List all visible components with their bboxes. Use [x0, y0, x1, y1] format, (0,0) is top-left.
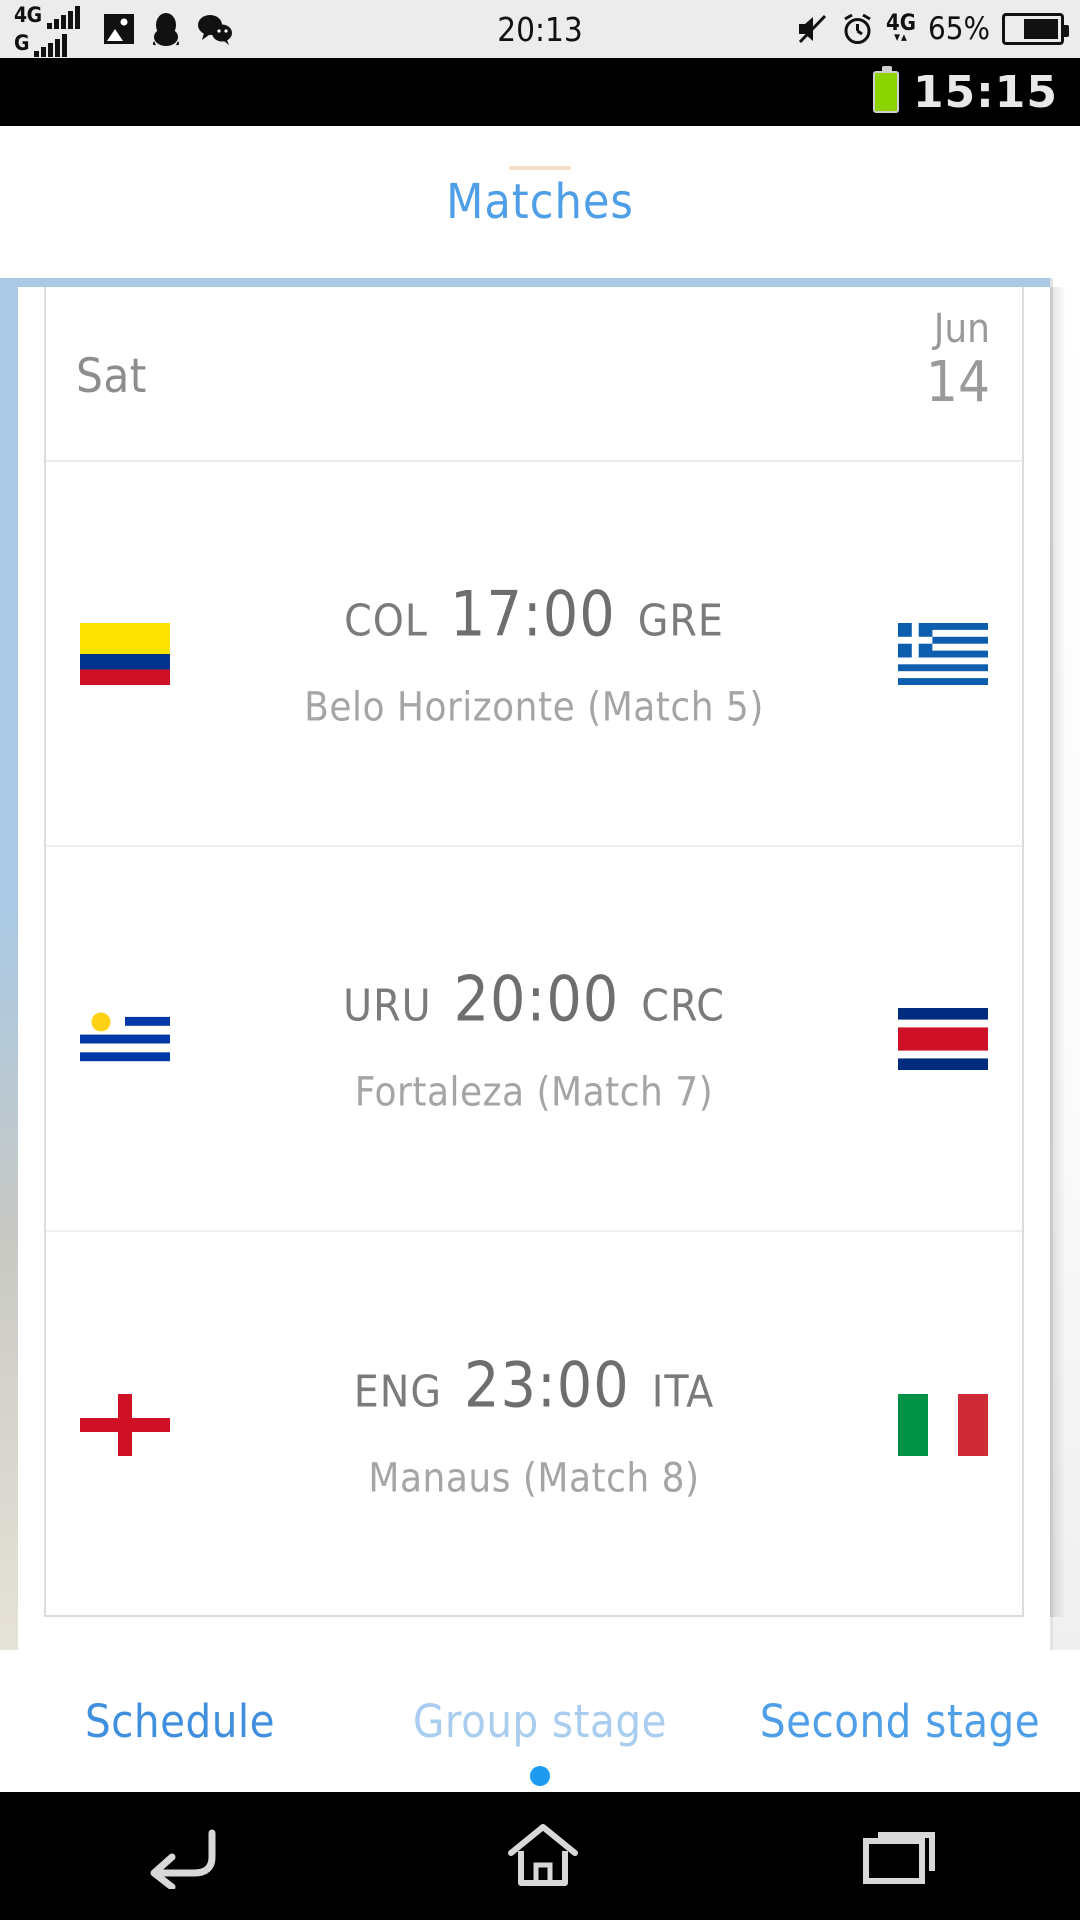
host-status-bar: 4G G 20:13 4G ▾▴ 65%: [0, 0, 1080, 58]
match-venue: Manaus (Match 8): [368, 1455, 700, 1501]
away-team-code: ITA: [651, 1366, 715, 1417]
android-nav-bar: [0, 1792, 1080, 1920]
home-team-code: URU: [343, 980, 432, 1031]
host-status-right: 4G ▾▴ 65%: [795, 0, 1069, 58]
england-flag: [80, 1393, 170, 1456]
device-clock: 15:15: [912, 66, 1058, 118]
tab-second-stage[interactable]: Second stage: [720, 1695, 1080, 1748]
battery-percent-label: 65%: [928, 11, 990, 47]
device-status-right: 15:15: [872, 58, 1058, 126]
match-center: COL 17:00 GRE Belo Horizonte (Match 5): [276, 577, 792, 730]
bottom-tab-bar: Schedule Group stage Second stage: [0, 1650, 1080, 1792]
greece-flag: [898, 622, 988, 685]
costa-rica-flag: [898, 1007, 988, 1070]
app-screen: Matches Sat Jun 14 COL 17:00 GRE Belo Ho…: [0, 126, 1080, 1792]
match-center: URU 20:00 CRC Fortaleza (Match 7): [276, 962, 792, 1115]
mute-icon: [798, 14, 827, 44]
tab-group-stage[interactable]: Group stage: [360, 1695, 720, 1748]
kickoff-time: 17:00: [449, 577, 616, 650]
header-accent-line: [509, 166, 571, 170]
host-clock: 20:13: [497, 9, 583, 49]
page-indicator-dot: [530, 1766, 550, 1786]
match-row[interactable]: URU 20:00 CRC Fortaleza (Match 7): [46, 847, 1022, 1232]
date-header: Sat Jun 14: [46, 287, 1022, 462]
date-weekday: Sat: [76, 349, 147, 404]
app-header: Matches: [0, 126, 1080, 278]
away-team-code: GRE: [637, 595, 724, 646]
scroll-gutter-left[interactable]: [0, 278, 18, 1650]
recents-icon[interactable]: [860, 1825, 940, 1887]
match-teams-line: ENG 23:00 ITA: [276, 1348, 792, 1421]
match-list-viewport[interactable]: Sat Jun 14 COL 17:00 GRE Belo Horizonte …: [0, 278, 1080, 1650]
page-title: Matches: [446, 174, 634, 230]
colombia-flag: [80, 622, 170, 685]
alarm-icon: [844, 13, 871, 44]
data-arrows-icon: 4G ▾▴: [885, 11, 916, 45]
card-shadow: [1050, 287, 1066, 1617]
list-top-accent: [0, 278, 1080, 287]
date-month: Jun: [933, 306, 990, 352]
home-team-code: COL: [344, 595, 428, 646]
match-row[interactable]: ENG 23:00 ITA Manaus (Match 8): [46, 1232, 1022, 1617]
battery-icon: [1002, 13, 1069, 45]
away-team-code: CRC: [641, 980, 725, 1031]
home-team-code: ENG: [353, 1366, 443, 1417]
home-icon[interactable]: [505, 1821, 581, 1891]
device-status-bar: 15:15: [0, 58, 1080, 126]
uruguay-flag: [80, 1007, 170, 1070]
match-list-card: Sat Jun 14 COL 17:00 GRE Belo Horizonte …: [44, 287, 1024, 1617]
match-center: ENG 23:00 ITA Manaus (Match 8): [276, 1348, 792, 1501]
date-day-number: 14: [925, 350, 990, 415]
battery-icon: [872, 66, 899, 113]
back-icon[interactable]: [140, 1823, 226, 1889]
kickoff-time: 23:00: [464, 1348, 630, 1421]
match-teams-line: URU 20:00 CRC: [276, 962, 792, 1035]
match-teams-line: COL 17:00 GRE: [276, 577, 792, 650]
tab-schedule[interactable]: Schedule: [0, 1695, 360, 1748]
italy-flag: [898, 1393, 988, 1456]
match-venue: Belo Horizonte (Match 5): [304, 684, 764, 730]
match-venue: Fortaleza (Match 7): [354, 1069, 714, 1115]
kickoff-time: 20:00: [453, 962, 620, 1035]
match-row[interactable]: COL 17:00 GRE Belo Horizonte (Match 5): [46, 462, 1022, 847]
date-block: Jun 14: [926, 309, 990, 411]
